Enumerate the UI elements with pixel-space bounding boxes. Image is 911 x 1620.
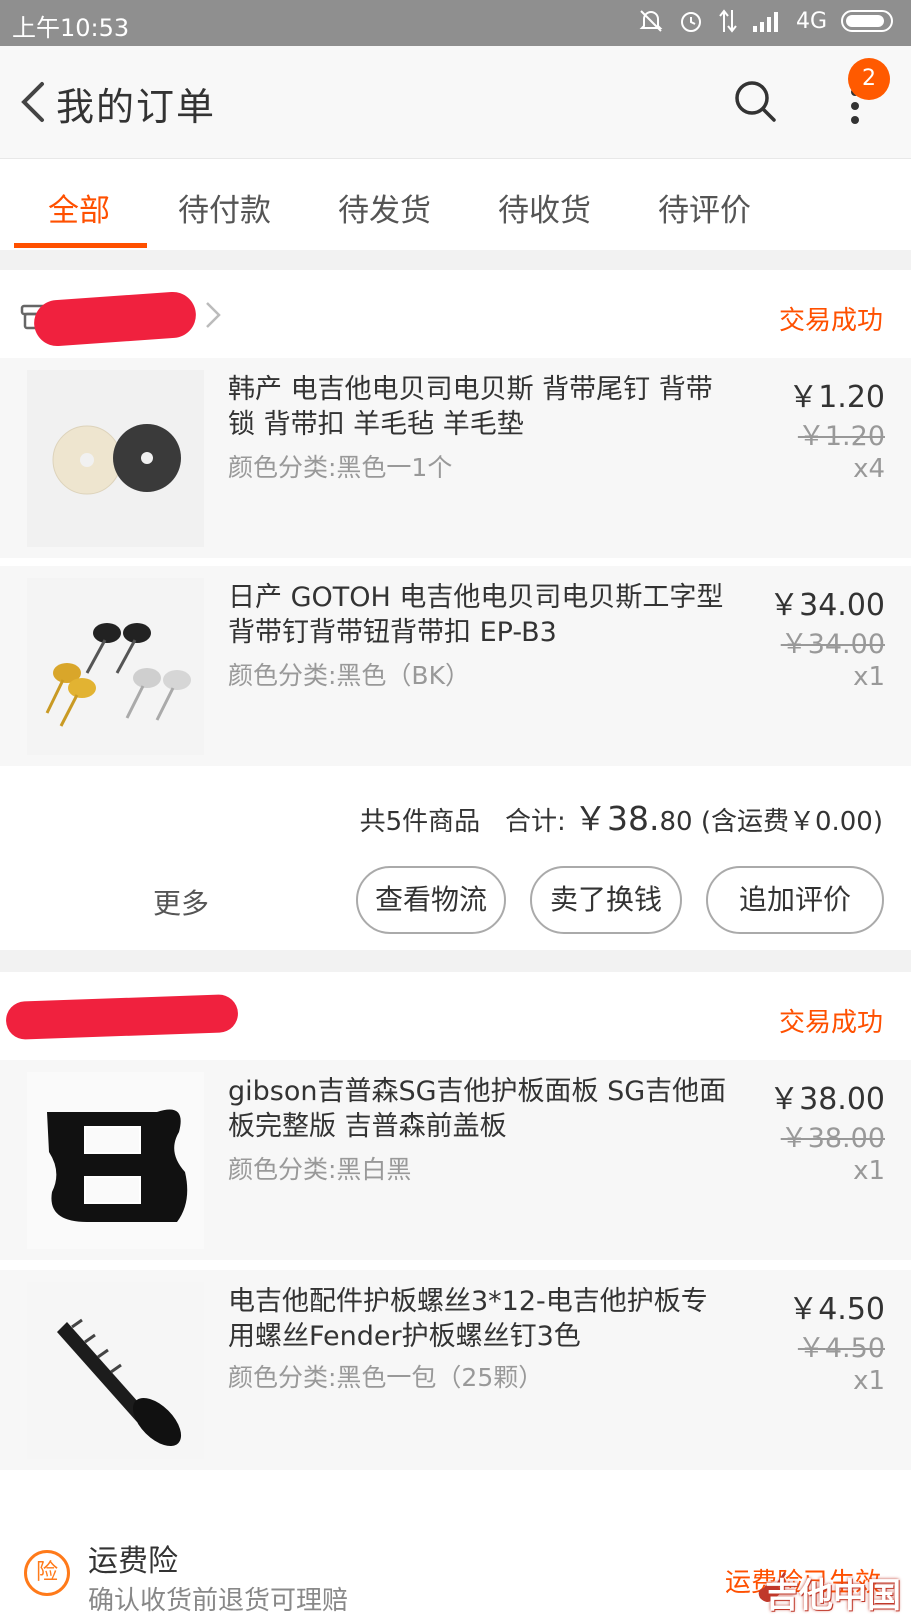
product-quantity: x1 — [853, 1156, 885, 1186]
status-bar: 上午10:53 4G — [0, 0, 911, 46]
product-price: ￥1.20 — [788, 380, 885, 415]
resell-button[interactable]: 卖了换钱 — [530, 866, 682, 934]
shipping-fee: (含运费￥0.00) — [700, 807, 883, 837]
original-price: ￥38.00 — [780, 1123, 885, 1154]
app-header: 我的订单 2 — [0, 46, 911, 158]
order-item[interactable]: gibson吉普森SG吉他护板面板 SG吉他面板完整版 吉普森前盖板 颜色分类:… — [0, 1060, 911, 1260]
order-status: 交易成功 — [778, 1008, 883, 1038]
product-title: 韩产 电吉他电贝司电贝斯 背带尾钉 背带锁 背带扣 羊毛毡 羊毛垫 — [228, 374, 713, 440]
product-image — [27, 1282, 204, 1459]
product-price: ￥4.50 — [788, 1292, 885, 1327]
back-arrow-icon[interactable] — [14, 80, 54, 124]
chevron-right-icon — [206, 302, 221, 328]
item-count: 共5件商品 — [359, 807, 481, 837]
mute-icon — [639, 10, 663, 32]
order-item[interactable]: 日产 GOTOH 电吉他电贝司电贝斯工字型 背带钉背带钮背带扣 EP-B3 颜色… — [0, 566, 911, 766]
insurance-title: 运费险 — [88, 1544, 178, 1579]
order-card: 交易成功 gibson吉普森SG吉他护板面板 SG吉他面板完整版 吉普森前盖板 … — [0, 972, 911, 1518]
watermark: 吉他中国 — [765, 1576, 901, 1616]
product-sku: 颜色分类:黑色一包（25颗） — [228, 1363, 544, 1392]
product-quantity: x4 — [853, 454, 885, 484]
order-tabs: 全部 待付款 待发货 待收货 待评价 — [0, 158, 911, 250]
total-amount-decimal: 80 — [659, 807, 693, 837]
tab-pending-shipment[interactable]: 待发货 — [338, 185, 431, 230]
order-summary: 共5件商品 合计: ￥38.80 (含运费￥0.00) — [360, 792, 883, 840]
data-transfer-icon — [719, 9, 737, 33]
alarm-icon — [680, 12, 701, 32]
redacted-shop-name — [5, 993, 239, 1041]
product-image — [27, 1072, 204, 1249]
pickguard-image — [27, 1072, 204, 1249]
order-item[interactable]: 电吉他配件护板螺丝3*12-电吉他护板专用螺丝Fender护板螺丝钉3色 颜色分… — [0, 1270, 911, 1470]
original-price: ￥4.50 — [797, 1333, 885, 1364]
felt-washers-image — [27, 370, 204, 547]
screw-image — [27, 1282, 204, 1459]
tab-pending-review[interactable]: 待评价 — [658, 185, 751, 230]
tab-pending-receipt[interactable]: 待收货 — [498, 185, 591, 230]
search-icon[interactable] — [732, 78, 778, 124]
product-sku: 颜色分类:黑白黑 — [228, 1155, 412, 1184]
tab-all[interactable]: 全部 — [48, 185, 110, 230]
original-price: ￥34.00 — [780, 629, 885, 660]
product-quantity: x1 — [853, 1366, 885, 1396]
product-title: 日产 GOTOH 电吉他电贝司电贝斯工字型 背带钉背带钮背带扣 EP-B3 — [228, 582, 724, 648]
view-logistics-button[interactable]: 查看物流 — [356, 866, 506, 934]
signal-icon — [752, 12, 778, 32]
shop-header[interactable]: 交易成功 — [0, 972, 911, 1060]
original-price: ￥1.20 — [797, 421, 885, 452]
product-image — [27, 370, 204, 547]
more-actions-link[interactable]: 更多 — [153, 882, 209, 922]
product-title: 电吉他配件护板螺丝3*12-电吉他护板专用螺丝Fender护板螺丝钉3色 — [228, 1286, 708, 1352]
insurance-icon: 险 — [24, 1550, 70, 1596]
total-amount-integer: ￥38. — [573, 799, 660, 838]
active-tab-indicator — [14, 243, 147, 248]
strap-buttons-image — [27, 578, 204, 755]
status-time: 上午10:53 — [12, 14, 130, 42]
tab-pending-payment[interactable]: 待付款 — [178, 185, 271, 230]
product-title: gibson吉普森SG吉他护板面板 SG吉他面板完整版 吉普森前盖板 — [228, 1076, 727, 1142]
page-title: 我的订单 — [56, 85, 217, 129]
shop-header[interactable]: 交易成功 — [0, 270, 911, 358]
product-price: ￥38.00 — [769, 1082, 885, 1117]
order-card: 交易成功 韩产 电吉他电贝司电贝斯 背带尾钉 背带锁 背带扣 羊毛毡 羊毛垫 颜… — [0, 270, 911, 950]
product-sku: 颜色分类:黑色（BK） — [228, 661, 470, 690]
product-quantity: x1 — [853, 662, 885, 692]
network-type: 4G — [795, 8, 827, 34]
product-price: ￥34.00 — [769, 588, 885, 623]
add-review-button[interactable]: 追加评价 — [706, 866, 884, 934]
product-sku: 颜色分类:黑色一1个 — [228, 453, 453, 482]
insurance-subtitle: 确认收货前退货可理赔 — [88, 1586, 349, 1616]
product-image — [27, 578, 204, 755]
order-status: 交易成功 — [778, 306, 883, 336]
redacted-shop-name — [32, 290, 198, 348]
status-icons: 4G — [638, 8, 893, 34]
notification-badge: 2 — [848, 58, 890, 100]
battery-icon — [841, 10, 893, 32]
total-label: 合计: — [504, 807, 566, 837]
order-item[interactable]: 韩产 电吉他电贝司电贝斯 背带尾钉 背带锁 背带扣 羊毛毡 羊毛垫 颜色分类:黑… — [0, 358, 911, 558]
